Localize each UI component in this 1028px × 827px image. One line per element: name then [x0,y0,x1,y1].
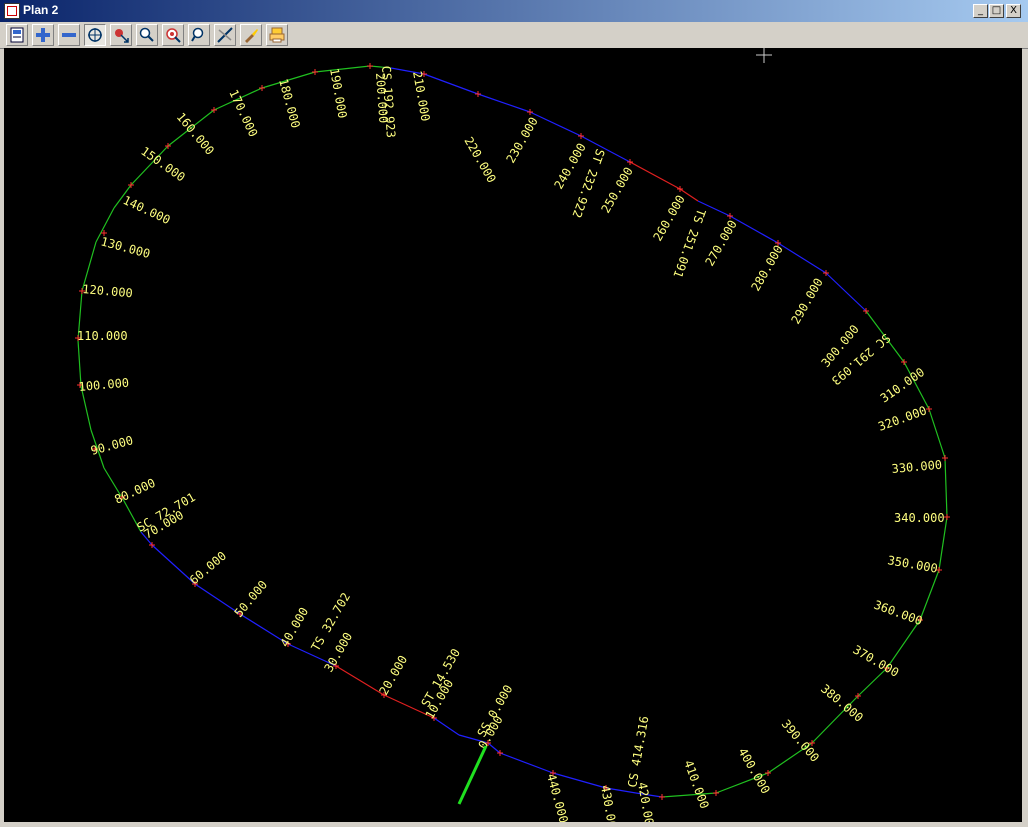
app-icon [4,3,20,19]
close-button[interactable]: X [1006,4,1021,18]
key-point-labels: SS 0.000ST 14.530TS 32.702SC 72.701CS 19… [135,65,894,788]
chainage-label: 80.000 [112,476,157,507]
measure-button[interactable] [214,24,236,46]
chainage-label: 20.000 [376,653,410,698]
key-point-label: CS 192.923 [379,65,398,138]
chainage-label: 210.000 [410,70,433,122]
alignment-segment [777,242,827,274]
chainage-label: 260.000 [650,193,687,244]
zoom-fit-button[interactable] [162,24,184,46]
chainage-label: 350.000 [886,553,938,576]
plan-view-canvas[interactable]: 0.000 10.000 20.000 30.000 40.000 50.000 60.00… [4,48,1022,822]
alignment-segment [886,619,921,669]
minimize-button[interactable]: _ [973,4,988,18]
chainage-label: 310.000 [878,365,927,405]
alignment-segment [433,717,460,736]
window-title: Plan 2 [23,3,59,17]
chainage-label: 270.000 [702,218,739,269]
title-bar: Plan 2 _ □ X [0,0,1028,22]
alignment-segment [499,752,554,774]
zoom-in-button[interactable] [32,24,54,46]
alignment-string [77,65,948,798]
chainage-label: 250.000 [598,165,635,216]
chainage-labels: 0.00010.00020.00030.00040.00050.00060.00… [77,67,945,822]
chainage-tick [578,133,584,139]
maximize-button[interactable]: □ [989,4,1004,18]
chainage-label: 320.000 [876,403,928,433]
chainage-label: 410.000 [681,758,711,810]
chainage-tick [944,514,950,520]
pan-button[interactable] [110,24,132,46]
chainage-label: 140.000 [121,193,173,227]
chainage-label: 190.000 [327,67,350,119]
chainage-label: 170.000 [226,87,260,139]
chainage-label: 330.000 [891,458,943,476]
chainage-label: 180.000 [276,77,303,129]
crosshair-cursor-icon [756,48,772,63]
key-point-label: CS 414.316 [625,715,651,789]
alignment-segment [825,272,867,312]
chainage-label: 380.000 [818,682,866,725]
chainage-label: 160.000 [174,110,217,158]
pick-icon [245,29,258,43]
save-view-button[interactable] [6,24,28,46]
chainage-label: 400.000 [735,746,772,797]
chainage-label: 440.000 [544,772,571,822]
alignment-segment [629,161,681,190]
pick-button[interactable] [240,24,262,46]
measure-icon [217,27,233,43]
pan-icon [115,29,129,43]
zoom-fit-icon [166,28,181,43]
chainage-label: 110.000 [77,329,128,343]
chainage-tick [527,109,533,115]
chainage-label: 340.000 [894,511,945,525]
chainage-label: 40.000 [277,605,311,650]
zoom-out-button[interactable] [58,24,80,46]
alignment-segment [729,215,779,244]
chainage-label: 130.000 [99,234,151,261]
chainage-tick [627,159,633,165]
alignment-segment [928,408,946,459]
chainage-label: 360.000 [872,598,924,628]
chainage-tick [259,85,265,91]
plot-button[interactable] [266,24,288,46]
chainage-label: 220.000 [461,135,498,186]
chainage-label: 90.000 [89,433,135,458]
chainage-label: 280.000 [748,243,785,294]
plot-icon [269,27,285,43]
alignment-segment [919,569,940,621]
zoom-out-icon [62,33,76,37]
zoom-window-button[interactable] [136,24,158,46]
alignment-segment [944,457,948,518]
chainage-tick [942,455,948,461]
chainage-label: 60.000 [187,549,229,588]
chainage-tick [475,91,481,97]
chainage-label: 230.000 [503,115,540,166]
chainage-tick [367,63,373,69]
chainage-label: 100.000 [78,376,130,394]
chainage-label: 120.000 [82,282,134,300]
save-view-icon [10,27,24,43]
zoom-extent-button[interactable] [84,24,106,46]
alignment-segment [477,93,531,113]
zoom-window-icon [139,27,154,42]
chainage-label: 390.000 [779,717,822,765]
chainage-tick [312,69,318,75]
chainage-label: 370.000 [851,642,902,679]
zoom-previous-button[interactable] [188,24,210,46]
chainage-label: 290.000 [788,276,825,327]
chainage-tick [926,406,932,412]
toolbar [0,22,1028,49]
zoom-previous-icon [191,27,204,42]
chainage-tick [713,790,719,796]
zoom-extent-icon [88,28,102,42]
alignment-segment [423,73,479,95]
plan-view-drawing: 0.00010.00020.00030.00040.00050.00060.00… [75,48,950,822]
chainage-label: 50.000 [232,578,271,620]
start-direction-marker [457,745,488,805]
zoom-in-icon [36,28,50,42]
chainage-label: 150.000 [138,144,187,184]
chainage-tick [659,794,665,800]
